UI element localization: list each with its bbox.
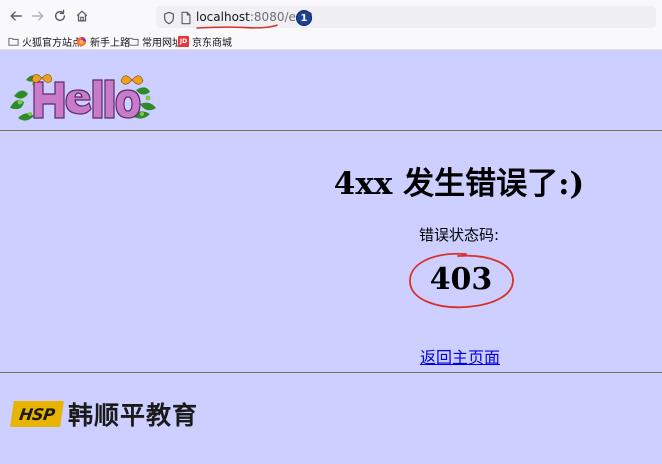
bookmark-label: 常用网址 <box>142 37 182 49</box>
firefox-icon <box>76 36 87 47</box>
browser-toolbar: localhost:8080/err3 1 <box>0 0 662 32</box>
folder-icon <box>8 36 19 47</box>
back-button[interactable] <box>6 6 26 26</box>
page-icon[interactable] <box>179 10 193 25</box>
butterfly-icon <box>31 74 53 83</box>
folder-icon <box>128 36 139 47</box>
jd-icon: JD <box>178 35 189 47</box>
status-code-block: 403 <box>404 250 518 312</box>
shield-icon[interactable] <box>162 10 176 25</box>
bookmark-label: 京东商城 <box>192 37 232 49</box>
error-page: 4xx 发生错误了:) 错误状态码: 403 返回主页面 HSP 韩顺平教育 <box>0 50 662 464</box>
hello-logo-image <box>10 74 156 121</box>
arrow-right-icon <box>32 11 44 21</box>
back-to-home-link[interactable]: 返回主页面 <box>378 344 542 368</box>
bookmark-jd-mall[interactable]: JD 京东商城 <box>178 34 232 49</box>
butterfly-icon <box>120 75 144 85</box>
horizontal-rule <box>0 130 662 132</box>
error-title: 4xx 发生错误了:) <box>333 166 585 202</box>
status-code-value: 403 <box>429 262 493 297</box>
reload-button[interactable] <box>50 6 70 26</box>
horizontal-rule <box>0 372 662 374</box>
bookmark-getting-started[interactable]: 新手上路 <box>76 34 130 49</box>
annotation-number-badge: 1 <box>296 10 312 26</box>
bookmark-common-sites[interactable]: 常用网址 <box>128 34 182 49</box>
status-code-label: 错误状态码: <box>418 226 500 244</box>
brand-logo: HSP 韩顺平教育 <box>10 396 199 432</box>
bookmark-firefox-official[interactable]: 火狐官方站点 <box>8 34 82 49</box>
annotation-underline <box>196 24 278 29</box>
bookmarks-bar: 火狐官方站点 新手上路 常用网址 JD 京东商城 <box>0 32 662 50</box>
home-icon <box>76 10 88 22</box>
arrow-left-icon <box>10 11 22 21</box>
reload-icon <box>54 9 66 22</box>
url-host: localhost <box>196 10 250 24</box>
brand-name: 韩顺平教育 <box>68 401 199 430</box>
hsp-badge-text: HSP <box>18 404 56 424</box>
forward-button[interactable] <box>28 6 48 26</box>
bookmark-label: 新手上路 <box>90 37 130 49</box>
hsp-badge: HSP <box>10 401 64 427</box>
bookmark-label: 火狐官方站点 <box>22 37 82 49</box>
home-button[interactable] <box>72 6 92 26</box>
